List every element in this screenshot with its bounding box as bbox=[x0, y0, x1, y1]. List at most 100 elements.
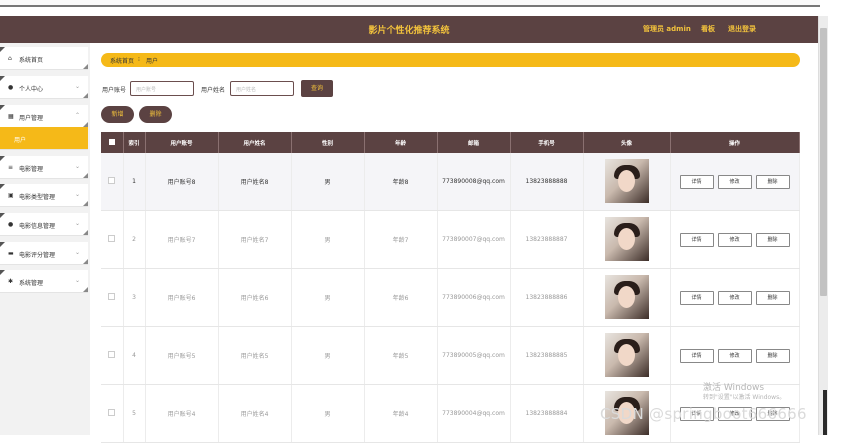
sidebar-item-1[interactable]: ● 个人中心 ⌄ bbox=[0, 76, 88, 99]
top-header: 影片个性化推荐系统 管理员 admin 看板 退出登录 bbox=[0, 16, 818, 43]
chevron-down-icon: ⌄ bbox=[74, 163, 80, 170]
chevron-down-icon: ⌄ bbox=[74, 249, 80, 256]
sidebar-item-label: 个人中心 bbox=[19, 86, 44, 93]
corner-decoration bbox=[83, 201, 88, 206]
name-label: 用户姓名 bbox=[201, 87, 226, 94]
cell-gender: 男 bbox=[291, 153, 365, 211]
table-row[interactable]: 1 用户账号8 用户姓名8 男年龄8 773890008@qq.com 138238888… bbox=[101, 153, 800, 211]
csdn-watermark: CSDN @springboot666666 bbox=[600, 405, 807, 423]
select-all-checkbox[interactable] bbox=[108, 138, 115, 145]
detail-button[interactable]: 详情 bbox=[679, 348, 714, 363]
cell-email: 773890008@qq.com bbox=[437, 153, 511, 211]
row-select-cell[interactable] bbox=[101, 326, 124, 385]
logout-link[interactable]: 退出登录 bbox=[728, 24, 756, 34]
sidebar: ⌂ 系统首页 ● 个人中心 ⌄ ▦ 用户管理 ⌃ 用户 ≡ 电影管理 ⌄ ▣ 电影类型管理 ⌄ ● 电影信息管理… bbox=[0, 43, 90, 435]
edit-button[interactable]: 修改 bbox=[717, 290, 752, 305]
table-row[interactable]: 3 用户账号6 用户姓名6 男年龄6 773890006@qq.com 138238888… bbox=[101, 268, 800, 327]
folder-icon: ▣ bbox=[8, 192, 14, 199]
corner-decoration bbox=[83, 287, 88, 292]
row-checkbox[interactable] bbox=[108, 293, 116, 300]
cell-index: 2 bbox=[123, 210, 146, 269]
sidebar-item-label: 电影管理 bbox=[19, 166, 44, 173]
sidebar-item-label: 电影类型管理 bbox=[19, 194, 56, 201]
cell-index: 1 bbox=[123, 153, 146, 211]
bulk-delete-button[interactable]: 删除 bbox=[139, 106, 172, 123]
board-link[interactable]: 看板 bbox=[701, 24, 715, 34]
cell-age: 年龄7 bbox=[364, 210, 438, 269]
sidebar-item-8[interactable]: ✱ 系统管理 ⌄ bbox=[0, 270, 88, 293]
monitor-icon: ▬ bbox=[8, 250, 14, 257]
cell-avatar bbox=[583, 210, 671, 269]
cell-name: 用户姓名6 bbox=[218, 268, 292, 327]
row-select-cell[interactable] bbox=[101, 384, 124, 443]
cell-phone: 13823888884 bbox=[510, 384, 584, 443]
cell-index: 3 bbox=[123, 268, 146, 327]
table-row[interactable]: 2 用户账号7 用户姓名7 男年龄7 773890007@qq.com 138238888… bbox=[101, 210, 800, 269]
breadcrumb: 系统首页 ⁝ 用户 bbox=[101, 53, 800, 67]
sidebar-item-6[interactable]: ● 电影信息管理 ⌄ bbox=[0, 213, 88, 236]
cell-account: 用户账号5 bbox=[145, 326, 219, 385]
row-checkbox[interactable] bbox=[108, 177, 116, 184]
detail-button[interactable]: 详情 bbox=[679, 232, 714, 247]
chevron-down-icon: ⌄ bbox=[74, 277, 80, 284]
corner-decoration bbox=[0, 156, 5, 161]
delete-button[interactable]: 删除 bbox=[755, 174, 790, 189]
row-checkbox[interactable] bbox=[108, 351, 116, 358]
column-header: 操作 bbox=[670, 132, 800, 153]
inner-scrollbar-thumb[interactable] bbox=[823, 390, 827, 435]
breadcrumb-home[interactable]: 系统首页 bbox=[110, 56, 134, 65]
sidebar-item-5[interactable]: ▣ 电影类型管理 ⌄ bbox=[0, 184, 88, 207]
row-checkbox[interactable] bbox=[108, 235, 116, 242]
corner-decoration bbox=[0, 105, 5, 110]
account-search-input[interactable]: 用户账号 bbox=[130, 81, 194, 96]
cell-name: 用户姓名5 bbox=[218, 326, 292, 385]
cell-age: 年龄4 bbox=[364, 384, 438, 443]
row-select-cell[interactable] bbox=[101, 210, 124, 269]
row-select-cell[interactable] bbox=[101, 268, 124, 327]
avatar bbox=[604, 158, 649, 203]
cell-avatar bbox=[583, 153, 671, 211]
account-label: 用户账号 bbox=[102, 87, 127, 94]
breadcrumb-separator: ⁝ bbox=[138, 56, 140, 63]
delete-button[interactable]: 删除 bbox=[755, 348, 790, 363]
grid-icon: ▦ bbox=[8, 113, 14, 120]
sidebar-item-4[interactable]: ≡ 电影管理 ⌄ bbox=[0, 156, 88, 179]
table-row[interactable]: 4 用户账号5 用户姓名5 男年龄5 773890005@qq.com 138238888… bbox=[101, 326, 800, 385]
cell-age: 年龄6 bbox=[364, 268, 438, 327]
cell-index: 5 bbox=[123, 384, 146, 443]
detail-button[interactable]: 详情 bbox=[679, 174, 714, 189]
sidebar-item-label: 系统首页 bbox=[19, 57, 44, 64]
sidebar-item-label: 电影信息管理 bbox=[19, 223, 56, 230]
breadcrumb-current: 用户 bbox=[146, 58, 159, 65]
admin-label: 管理员 admin bbox=[643, 25, 691, 33]
sidebar-item-3[interactable]: 用户 bbox=[0, 127, 88, 150]
cell-phone: 13823888888 bbox=[510, 153, 584, 211]
corner-decoration bbox=[83, 259, 88, 264]
page-scrollbar[interactable] bbox=[818, 16, 828, 435]
cell-actions: 详情 修改 删除 bbox=[670, 326, 800, 385]
delete-button[interactable]: 删除 bbox=[755, 232, 790, 247]
column-header: 性别 bbox=[291, 132, 365, 153]
avatar-face bbox=[617, 169, 635, 192]
row-select-cell[interactable] bbox=[101, 153, 124, 211]
add-button[interactable]: 新增 bbox=[101, 106, 134, 123]
delete-button[interactable]: 删除 bbox=[755, 290, 790, 305]
sidebar-item-2[interactable]: ▦ 用户管理 ⌃ bbox=[0, 105, 88, 128]
sidebar-item-0[interactable]: ⌂ 系统首页 bbox=[0, 47, 88, 70]
edit-button[interactable]: 修改 bbox=[717, 348, 752, 363]
name-search-input[interactable]: 用户姓名 bbox=[230, 81, 294, 96]
scrollbar-thumb[interactable] bbox=[820, 28, 827, 296]
corner-decoration bbox=[0, 270, 5, 275]
select-all-header[interactable] bbox=[101, 132, 124, 153]
user-icon: ● bbox=[8, 221, 14, 228]
detail-button[interactable]: 详情 bbox=[679, 290, 714, 305]
table-header-row: 索引 用户账号 用户姓名 性别 年龄 邮箱 手机号 头像 操作 bbox=[101, 132, 800, 153]
query-button[interactable]: 查询 bbox=[301, 80, 333, 97]
cell-account: 用户账号4 bbox=[145, 384, 219, 443]
sidebar-item-7[interactable]: ▬ 电影评分管理 ⌄ bbox=[0, 242, 88, 265]
row-checkbox[interactable] bbox=[108, 409, 116, 416]
cell-index: 4 bbox=[123, 326, 146, 385]
chevron-down-icon: ⌄ bbox=[74, 220, 80, 227]
edit-button[interactable]: 修改 bbox=[717, 174, 752, 189]
edit-button[interactable]: 修改 bbox=[717, 232, 752, 247]
